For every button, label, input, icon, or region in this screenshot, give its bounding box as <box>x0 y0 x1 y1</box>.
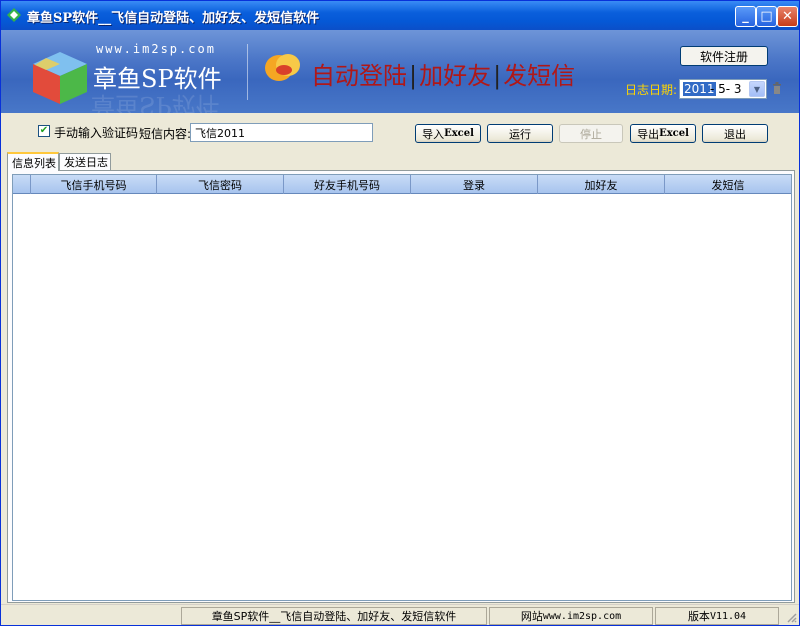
column-fetion-phone[interactable]: 飞信手机号码 <box>31 175 157 194</box>
stop-button[interactable]: 停止 <box>559 124 623 143</box>
slogan-send-sms: 发短信 <box>503 62 576 90</box>
manual-captcha-label: 手动输入验证码 <box>54 126 139 140</box>
fetion-logo-icon <box>265 54 300 81</box>
tab-panel: 飞信手机号码 飞信密码 好友手机号码 登录 加好友 发短信 <box>7 170 795 603</box>
run-button[interactable]: 运行 <box>487 124 553 143</box>
sms-content-input[interactable] <box>190 123 373 142</box>
toolbar: ✔ 手动输入验证码 短信内容: 导入Excel 运行 停止 导出Excel 退出 <box>1 113 799 153</box>
chevron-down-icon[interactable]: ▼ <box>749 81 765 97</box>
status-app-name: 章鱼SP软件__飞信自动登陆、加好友、发短信软件 <box>181 607 487 625</box>
manual-captcha-checkbox[interactable]: ✔ <box>38 125 50 137</box>
banner-divider <box>247 44 248 100</box>
cube-logo-icon <box>33 52 87 104</box>
table-header: 飞信手机号码 飞信密码 好友手机号码 登录 加好友 发短信 <box>13 175 791 194</box>
minimize-button[interactable]: _ <box>735 6 756 27</box>
brand-reflection: 章鱼SP软件 <box>91 91 220 113</box>
log-date-picker[interactable]: 2011 - 5- 3 ▼ <box>679 79 767 99</box>
column-fetion-password[interactable]: 飞信密码 <box>157 175 284 194</box>
app-icon <box>7 8 21 22</box>
trash-icon[interactable] <box>772 82 782 94</box>
main-window: 章鱼SP软件__飞信自动登陆、加好友、发短信软件 _ □ ✕ www.im2sp… <box>0 0 800 626</box>
column-friend-phone[interactable]: 好友手机号码 <box>284 175 411 194</box>
export-excel-button[interactable]: 导出 Excel <box>630 124 696 143</box>
close-button[interactable]: ✕ <box>777 6 798 27</box>
column-login[interactable]: 登录 <box>411 175 538 194</box>
slogan-auto-login: 自动登陆 <box>311 62 407 90</box>
exit-button[interactable]: 退出 <box>702 124 768 143</box>
maximize-button[interactable]: □ <box>756 6 777 27</box>
sms-content-label: 短信内容: <box>139 127 192 141</box>
status-version: 版本 V11.04 <box>655 607 779 625</box>
info-table[interactable]: 飞信手机号码 飞信密码 好友手机号码 登录 加好友 发短信 <box>12 174 792 601</box>
column-add-friend[interactable]: 加好友 <box>538 175 665 194</box>
log-date-label: 日志日期: <box>625 83 678 97</box>
import-excel-button[interactable]: 导入 Excel <box>415 124 481 143</box>
register-button[interactable]: 软件注册 <box>680 46 768 66</box>
slogan: 自动登陆|加好友|发短信 <box>311 62 576 90</box>
column-send-sms[interactable]: 发短信 <box>665 175 791 194</box>
log-date-rest: - 5- 3 <box>710 82 742 96</box>
title-bar[interactable]: 章鱼SP软件__飞信自动登陆、加好友、发短信软件 _ □ ✕ <box>1 1 799 30</box>
slogan-add-friend: 加好友 <box>419 62 492 90</box>
brand-name: 章鱼SP软件 <box>93 65 222 93</box>
window-title: 章鱼SP软件__飞信自动登陆、加好友、发短信软件 <box>27 11 320 26</box>
status-bar: 章鱼SP软件__飞信自动登陆、加好友、发短信软件 网站 www.im2sp.co… <box>1 604 799 625</box>
header-corner <box>13 175 31 194</box>
resize-grip-icon[interactable] <box>785 611 797 623</box>
tab-info-list[interactable]: 信息列表 <box>7 152 59 171</box>
brand-url: www.im2sp.com <box>96 42 216 56</box>
header-banner: www.im2sp.com 章鱼SP软件 章鱼SP软件 自动登陆|加好友|发短信… <box>1 30 799 113</box>
tab-send-log[interactable]: 发送日志 <box>59 153 111 170</box>
status-website: 网站 www.im2sp.com <box>489 607 653 625</box>
